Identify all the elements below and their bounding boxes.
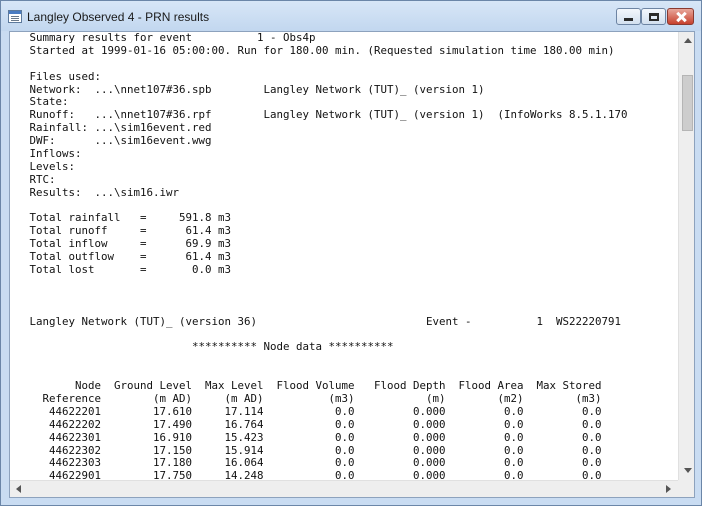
report-line	[23, 354, 628, 367]
arrow-right-icon[interactable]	[666, 485, 671, 493]
close-icon	[675, 11, 687, 23]
arrow-down-icon[interactable]	[684, 468, 692, 473]
report-viewport[interactable]: Summary results for event 1 - Obs4p Star…	[10, 32, 678, 480]
report-line: Network: ...\nnet107#36.spb Langley Netw…	[23, 82, 485, 96]
maximize-button[interactable]	[641, 8, 666, 25]
report-line: RTC:	[23, 172, 56, 186]
report-line: Total lost = 0.0 m3	[23, 263, 232, 277]
report-line	[23, 290, 628, 303]
arrow-left-icon[interactable]	[16, 485, 21, 493]
report-line: Started at 1999-01-16 05:00:00. Run for …	[23, 43, 615, 57]
report-text: Summary results for event 1 - Obs4p Star…	[23, 32, 628, 480]
scrollbar-corner	[678, 480, 694, 497]
report-line: 44622201 17.610 17.114 0.0 0.000 0.0 0.0	[23, 404, 602, 418]
results-window: Langley Observed 4 - PRN results Summary…	[0, 0, 702, 506]
report-line: Results: ...\sim16.iwr	[23, 185, 180, 199]
title-bar[interactable]: Langley Observed 4 - PRN results	[1, 1, 701, 31]
report-line: Files used:	[23, 69, 102, 83]
report-line: Inflows:	[23, 147, 82, 161]
maximize-icon	[648, 12, 659, 21]
report-line	[23, 303, 628, 316]
window-title: Langley Observed 4 - PRN results	[27, 10, 210, 24]
results-text-area[interactable]: Summary results for event 1 - Obs4p Star…	[9, 31, 695, 498]
minimize-button[interactable]	[616, 8, 641, 25]
report-line: 44622901 17.750 14.248 0.0 0.000 0.0 0.0	[23, 469, 602, 480]
report-line: 44622202 17.490 16.764 0.0 0.000 0.0 0.0	[23, 417, 602, 431]
vertical-scroll-thumb[interactable]	[682, 75, 693, 131]
report-line: 44622301 16.910 15.423 0.0 0.000 0.0 0.0	[23, 430, 602, 444]
minimize-icon	[624, 18, 633, 21]
report-line	[23, 58, 628, 71]
report-line	[23, 277, 628, 290]
document-icon	[8, 10, 22, 23]
report-line: DWF: ...\sim16event.wwg	[23, 134, 212, 148]
vertical-scrollbar[interactable]	[678, 32, 694, 480]
report-line: Summary results for event 1 - Obs4p	[23, 32, 316, 44]
horizontal-scrollbar[interactable]	[10, 480, 678, 497]
report-line: Node Ground Level Max Level Flood Volume…	[23, 379, 602, 393]
arrow-up-icon[interactable]	[684, 38, 692, 43]
close-button[interactable]	[667, 8, 694, 25]
report-line: ********** Node data **********	[23, 340, 394, 354]
report-line: Langley Network (TUT)_ (version 36) Even…	[23, 314, 622, 328]
report-line: Reference (m AD) (m AD) (m3) (m) (m2) (m…	[23, 391, 602, 405]
report-line: Levels:	[23, 159, 76, 173]
